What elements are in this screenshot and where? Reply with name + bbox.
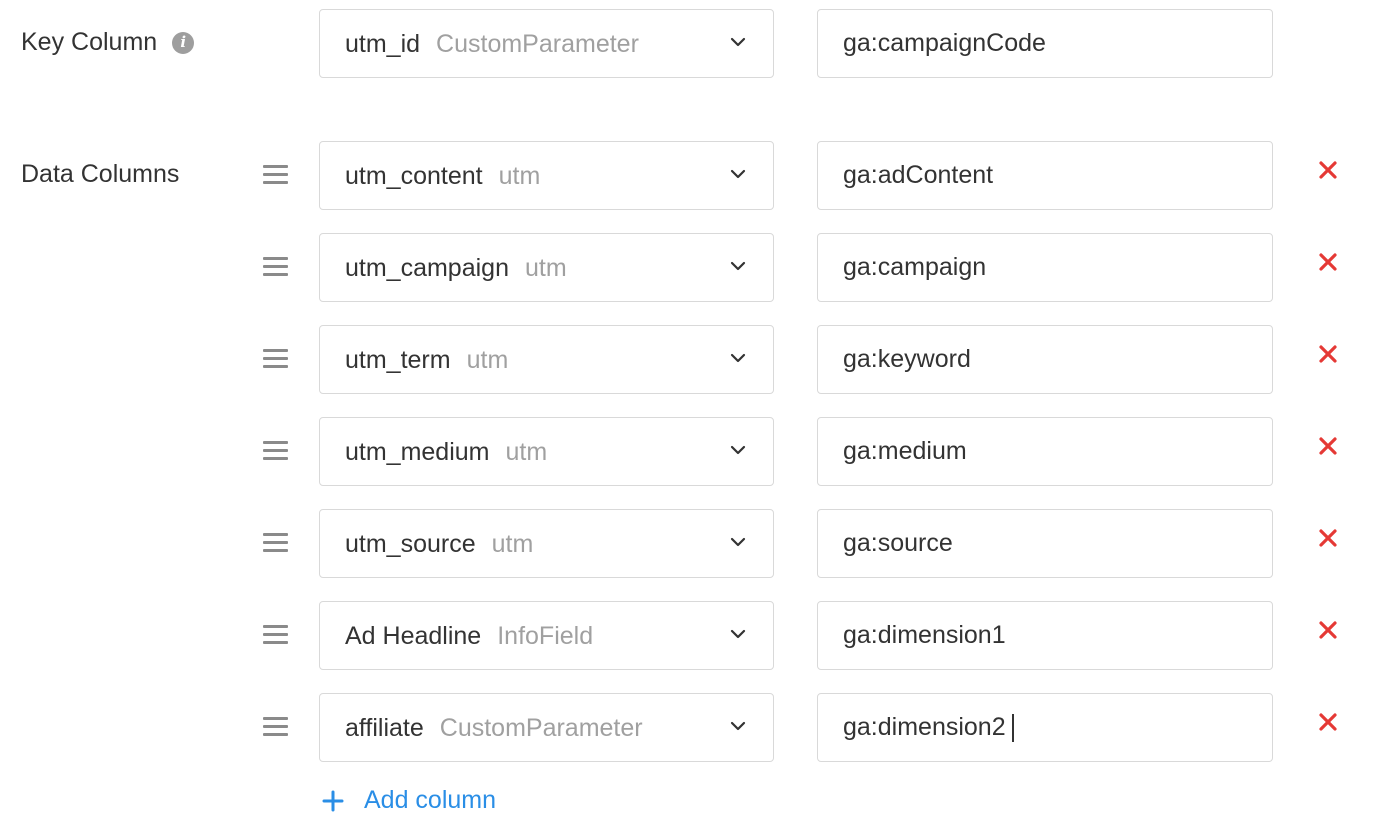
drag-handle-icon[interactable]	[263, 349, 288, 369]
key-column-row: Key Column i utm_id CustomParameter	[0, 8, 1380, 80]
data-column-mapping-input[interactable]	[817, 417, 1273, 486]
data-column-select-value: utm_source utm	[345, 530, 533, 559]
drag-handle-icon[interactable]	[263, 441, 288, 461]
data-column-select[interactable]: Ad Headline InfoField	[319, 601, 774, 670]
data-column-row: utm_source utm	[0, 508, 1380, 580]
drag-handle-icon[interactable]	[263, 533, 288, 553]
drag-handle-icon[interactable]	[263, 625, 288, 645]
chevron-down-icon	[730, 629, 746, 639]
data-column-mapping-input[interactable]	[817, 509, 1273, 578]
data-column-select-name: affiliate	[345, 714, 424, 742]
key-column-select-name: utm_id	[345, 30, 421, 58]
data-column-select[interactable]: utm_term utm	[319, 325, 774, 394]
data-column-select-name: Ad Headline	[345, 622, 482, 650]
data-column-select[interactable]: utm_medium utm	[319, 417, 774, 486]
data-column-select-type: utm	[466, 346, 509, 374]
remove-row-icon[interactable]	[1318, 528, 1338, 548]
data-column-select-value: Ad Headline InfoField	[345, 622, 593, 651]
data-column-select-type: utm	[524, 254, 567, 282]
data-column-select[interactable]: affiliate CustomParameter	[319, 693, 774, 762]
data-column-row: affiliate CustomParameter	[0, 692, 1380, 764]
add-column-label: Add column	[364, 786, 497, 814]
data-column-select-type: utm	[491, 530, 534, 558]
remove-row-icon[interactable]	[1318, 160, 1338, 180]
drag-handle-icon[interactable]	[263, 717, 288, 737]
data-column-mapping-input-focused[interactable]	[817, 693, 1273, 762]
chevron-down-icon	[730, 169, 746, 179]
data-column-mapping-input[interactable]	[817, 601, 1273, 670]
data-column-select-name: utm_medium	[345, 438, 490, 466]
plus-icon	[322, 790, 344, 811]
data-column-mapping-input[interactable]	[817, 325, 1273, 394]
data-column-mapping-input[interactable]	[817, 233, 1273, 302]
data-column-select-name: utm_content	[345, 162, 483, 190]
chevron-down-icon	[730, 721, 746, 731]
chevron-down-icon	[730, 37, 746, 47]
data-column-select-type: CustomParameter	[439, 714, 643, 742]
drag-handle-icon[interactable]	[263, 165, 288, 185]
chevron-down-icon	[730, 537, 746, 547]
remove-row-icon[interactable]	[1318, 436, 1338, 456]
data-column-select-type: utm	[505, 438, 548, 466]
data-column-row: utm_campaign utm	[0, 232, 1380, 304]
data-column-select-value: utm_medium utm	[345, 438, 547, 467]
info-icon[interactable]: i	[172, 31, 195, 54]
key-column-mapping-input[interactable]	[817, 9, 1273, 78]
data-column-select-value: affiliate CustomParameter	[345, 714, 643, 743]
data-column-row: utm_content utm	[0, 140, 1380, 212]
data-column-select-value: utm_campaign utm	[345, 254, 567, 283]
remove-row-icon[interactable]	[1318, 344, 1338, 364]
data-column-select-type: InfoField	[497, 622, 594, 650]
key-column-label: Key Column i	[21, 28, 195, 57]
data-column-row: utm_term utm	[0, 324, 1380, 396]
key-column-select-type: CustomParameter	[436, 30, 639, 58]
key-column-select[interactable]: utm_id CustomParameter	[319, 9, 774, 78]
data-column-select-type: utm	[498, 162, 541, 190]
remove-row-icon[interactable]	[1318, 712, 1338, 732]
chevron-down-icon	[730, 261, 746, 271]
data-column-select[interactable]: utm_content utm	[319, 141, 774, 210]
data-column-select-value: utm_term utm	[345, 346, 508, 375]
data-column-select-value: utm_content utm	[345, 162, 540, 191]
data-column-mapping-input[interactable]	[817, 141, 1273, 210]
data-column-select[interactable]: utm_source utm	[319, 509, 774, 578]
remove-row-icon[interactable]	[1318, 252, 1338, 272]
key-column-select-value: utm_id CustomParameter	[345, 30, 639, 59]
data-column-select[interactable]: utm_campaign utm	[319, 233, 774, 302]
remove-row-icon[interactable]	[1318, 620, 1338, 640]
add-column-button[interactable]: Add column	[322, 786, 496, 815]
data-column-select-name: utm_source	[345, 530, 476, 558]
key-column-label-text: Key Column	[21, 28, 158, 56]
column-mapping-form: Key Column i utm_idCustomParameter Data …	[0, 0, 1380, 832]
text-caret	[1012, 714, 1014, 742]
data-column-select-name: utm_term	[345, 346, 451, 374]
drag-handle-icon[interactable]	[263, 257, 288, 277]
data-column-select-name: utm_campaign	[345, 254, 509, 282]
data-column-row: Ad Headline InfoField	[0, 600, 1380, 672]
chevron-down-icon	[730, 445, 746, 455]
data-column-row: utm_medium utm	[0, 416, 1380, 488]
chevron-down-icon	[730, 353, 746, 363]
